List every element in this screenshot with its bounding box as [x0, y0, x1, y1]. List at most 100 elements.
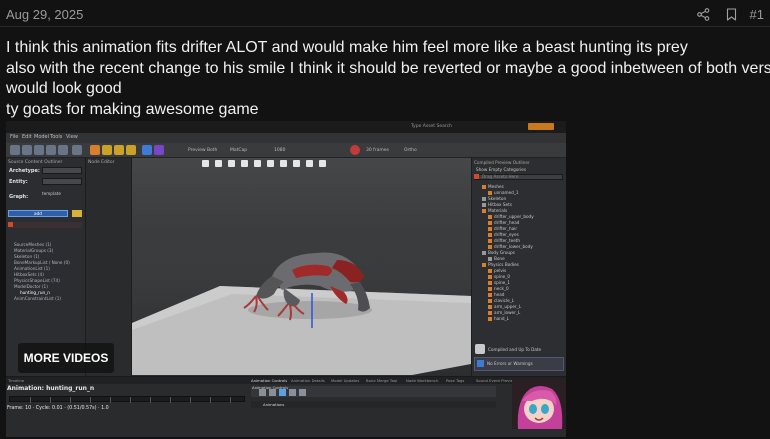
outliner-item: ModelDoctor (1) — [14, 284, 48, 289]
post-line: I think this animation fits drifter ALOT… — [6, 39, 688, 56]
rotate-tool-icon — [34, 145, 44, 155]
tab-node-workbench: Node Workbench — [406, 378, 439, 383]
tab-animation-controls: Animation Controls — [251, 378, 288, 383]
tree-item-label: drifter_upper_body — [494, 214, 534, 219]
yellow-tool-icon — [102, 145, 112, 155]
tree-item-label: Meshes — [488, 184, 504, 189]
move-tool-icon — [22, 145, 32, 155]
entity-field — [42, 178, 82, 185]
tree-item-label: drifter_lower_body — [494, 244, 533, 249]
tree-item: pelvis — [488, 268, 506, 273]
tree-item: drifter_head — [488, 220, 519, 225]
editor-menu-item: Tools — [50, 134, 63, 140]
archetype-label: Archetype: — [9, 168, 40, 174]
tree-item: Physics Bodies — [482, 262, 519, 267]
info-icon — [477, 360, 484, 367]
tree-item-label: unnamed_1 — [494, 190, 519, 195]
tree-item-label: drifter_teeth — [494, 238, 521, 243]
embedded-video[interactable]: Type Asset Search File Edit Model Tools … — [6, 121, 566, 437]
tree-item-label: Physics Bodies — [488, 262, 519, 267]
post-line: also with the recent change to his smile… — [6, 59, 770, 77]
tree-item-label: Body Groups — [488, 250, 515, 255]
tab-timeline: Timeline — [8, 378, 25, 383]
post-line: ty goats for making awesome game — [6, 100, 259, 118]
post-header: Aug 29, 2025 #1 — [0, 0, 770, 27]
tree-item-label: neck_0 — [494, 286, 509, 291]
filter-row — [8, 222, 82, 228]
streamer-avatar — [512, 379, 566, 429]
tree-item-label: drifter_head — [494, 220, 520, 225]
tab-model-updates: Model Updates — [331, 378, 360, 383]
show-empty-checkbox: Show Empty Categories — [476, 167, 527, 172]
tree-item: Body Groups — [482, 250, 515, 255]
tree-item-label: Skeleton — [488, 196, 507, 201]
outliner-item-selected: hunting_run_n — [20, 290, 50, 295]
archetype-field — [42, 167, 82, 174]
scale-tool-icon — [46, 145, 56, 155]
outliner-item: AnimationList (1) — [14, 266, 50, 271]
toolbar-label: 30 frames — [366, 148, 389, 153]
tree-item-label: pelvis — [494, 268, 507, 273]
tree-item: drifter_eyes — [488, 232, 519, 237]
errors-status: No Errors or Warnings — [487, 361, 533, 366]
purple-tool-icon — [154, 145, 164, 155]
toolbar-label: 1080 — [274, 148, 286, 153]
tree-item-label: Bone — [494, 256, 505, 261]
tree-item-label: spine_1 — [494, 280, 510, 285]
tree-item: Hitbox Sets — [482, 202, 512, 207]
tree-item: Skeleton — [482, 196, 506, 201]
tree-item-label: drifter_eyes — [494, 232, 519, 237]
tree-item-label: hand_L — [494, 316, 509, 321]
rewind-icon — [259, 389, 266, 396]
tree-item-label: Hitbox Sets — [488, 202, 512, 207]
outliner-item: SourceMeshes (1) — [14, 242, 52, 247]
entity-label: Entity: — [9, 179, 28, 185]
editor-menu-item: Model — [34, 134, 50, 140]
editor-titlebar: Type Asset Search — [6, 121, 566, 133]
outliner-item: AnimConstraintList (1) — [14, 296, 62, 301]
post-number-link[interactable]: #1 — [750, 7, 764, 22]
post-line: would look good — [6, 80, 122, 97]
viewport-scene — [132, 252, 471, 375]
share-icon[interactable] — [690, 5, 718, 23]
transport-controls: Animation Controls — [251, 385, 496, 397]
tree-item: head — [488, 292, 504, 297]
gears-icon — [475, 344, 485, 354]
editor-menu-item: View — [66, 134, 78, 140]
tree-item-label: arm_upper_L — [494, 304, 522, 309]
editor-search-label: Type Asset Search — [411, 124, 452, 129]
outliner-item: BoneMarkupList / None (0) — [14, 260, 70, 265]
bookmark-icon[interactable] — [718, 5, 746, 23]
post-body: I think this animation fits drifter ALOT… — [6, 38, 770, 120]
tree-item: drifter_hair — [488, 226, 517, 231]
yellow-tool-icon — [114, 145, 124, 155]
tree-item: arm_lower_L — [488, 310, 520, 315]
tree-item-label: clavicle_L — [494, 298, 515, 303]
tree-item-label: arm_lower_L — [494, 310, 521, 315]
outliner-item: HitboxSets (4) — [14, 272, 44, 277]
snap-tool-icon — [72, 145, 82, 155]
tree-item: clavicle_L — [488, 298, 514, 303]
animation-name: Animation: hunting_run_n — [7, 385, 95, 392]
outliner-item: Skeleton (1) — [14, 254, 40, 259]
outliner-search-placeholder: Drag Assets Here — [482, 174, 519, 179]
close-search-icon — [474, 174, 479, 179]
tab-animation-details: Animation Details — [291, 378, 325, 383]
tree-item: neck_0 — [488, 286, 509, 291]
orange-tool-icon — [90, 145, 100, 155]
outliner-item: MaterialGroups (3) — [14, 248, 54, 253]
frame-readout: Frame: 10 · Cycle: 0.01 · (0.51/0.57s) ·… — [7, 406, 109, 411]
tree-item-label: spine_0 — [494, 274, 510, 279]
tree-item: Materials — [482, 208, 507, 213]
tree-item: drifter_teeth — [488, 238, 520, 243]
animations-row: Animations — [251, 401, 496, 408]
panel-title: Node Editor — [88, 160, 115, 165]
tree-item: Meshes — [482, 184, 504, 189]
tree-item: drifter_upper_body — [488, 214, 534, 219]
more-videos-button[interactable]: MORE VIDEOS — [18, 343, 114, 373]
tree-item: drifter_lower_body — [488, 244, 533, 249]
toolbar-label: Ortho — [404, 148, 417, 153]
bottom-tabs: Timeline Animation Controls Animation De… — [6, 377, 566, 384]
editor-user-badge — [528, 123, 554, 130]
close-filter-icon — [8, 222, 13, 227]
